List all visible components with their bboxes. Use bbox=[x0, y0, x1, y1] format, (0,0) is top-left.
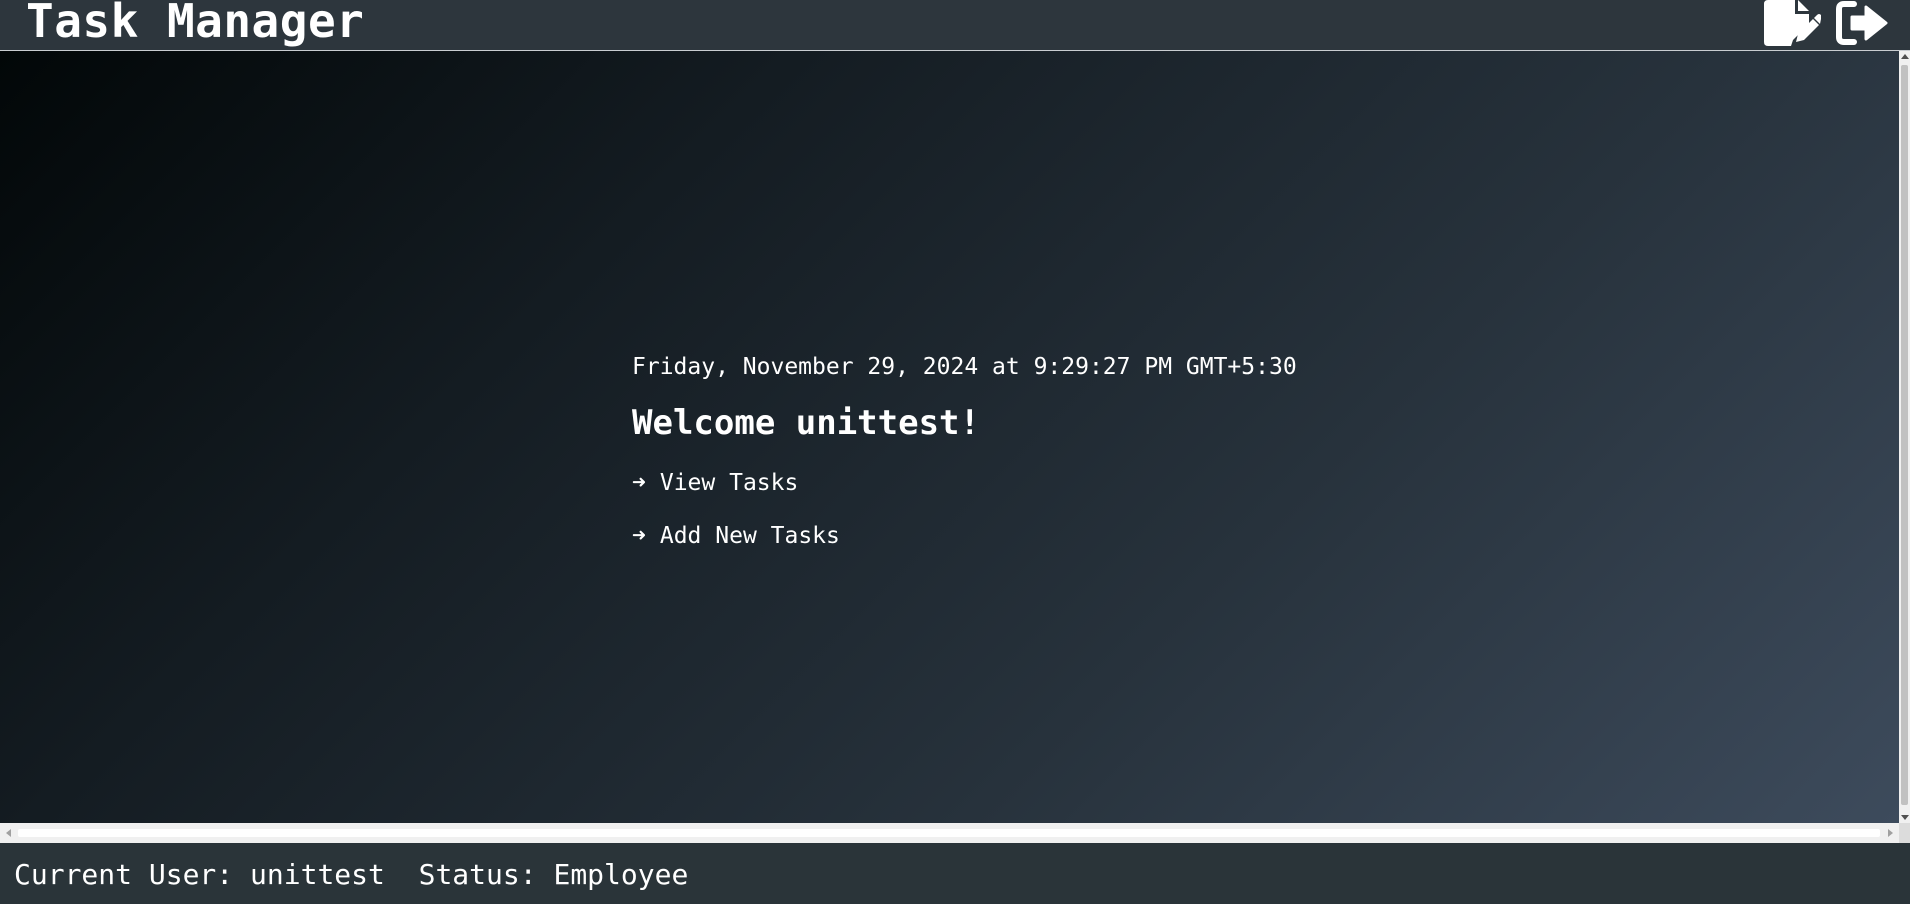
vertical-scroll-thumb[interactable] bbox=[1901, 65, 1908, 805]
vertical-scrollbar[interactable] bbox=[1899, 51, 1910, 823]
top-header: Task Manager bbox=[0, 0, 1910, 51]
status-footer: Current User: unittest Status: Employee bbox=[0, 843, 1910, 904]
scroll-left-arrow-icon[interactable] bbox=[6, 829, 11, 837]
status-value: Employee bbox=[553, 858, 689, 891]
welcome-prefix: Welcome bbox=[632, 403, 796, 443]
welcome-username: unittest bbox=[795, 403, 960, 443]
horizontal-scrollbar[interactable] bbox=[0, 823, 1899, 843]
horizontal-scroll-thumb[interactable] bbox=[18, 829, 1880, 837]
scroll-down-arrow-icon[interactable] bbox=[1901, 815, 1909, 820]
main-content: Friday, November 29, 2024 at 9:29:27 PM … bbox=[0, 51, 1899, 823]
add-new-tasks-link[interactable]: ➜ Add New Tasks bbox=[632, 522, 840, 550]
welcome-suffix: ! bbox=[959, 403, 981, 443]
current-datetime: Friday, November 29, 2024 at 9:29:27 PM … bbox=[632, 354, 1297, 380]
footer-status-text: Current User: unittest Status: Employee bbox=[14, 859, 688, 891]
scroll-up-arrow-icon[interactable] bbox=[1901, 54, 1909, 59]
view-tasks-label: View Tasks bbox=[659, 470, 799, 496]
current-user-label: Current User: bbox=[14, 858, 234, 891]
task-manager-app: Task Manager Friday, November 29, 2024 a… bbox=[0, 0, 1910, 904]
app-title: Task Manager bbox=[26, 0, 365, 48]
scrollbar-corner bbox=[1899, 823, 1910, 843]
sign-out-icon[interactable] bbox=[1836, 0, 1894, 46]
arrow-right-icon: ➜ bbox=[632, 523, 646, 549]
add-new-tasks-label: Add New Tasks bbox=[659, 523, 840, 549]
welcome-heading: Welcome unittest! bbox=[632, 403, 980, 443]
status-label: Status: bbox=[418, 858, 537, 891]
scroll-right-arrow-icon[interactable] bbox=[1888, 829, 1893, 837]
current-user-value: unittest bbox=[250, 858, 385, 891]
arrow-right-icon: ➜ bbox=[632, 470, 646, 496]
view-tasks-link[interactable]: ➜ View Tasks bbox=[632, 469, 798, 497]
file-edit-icon[interactable] bbox=[1763, 0, 1821, 46]
